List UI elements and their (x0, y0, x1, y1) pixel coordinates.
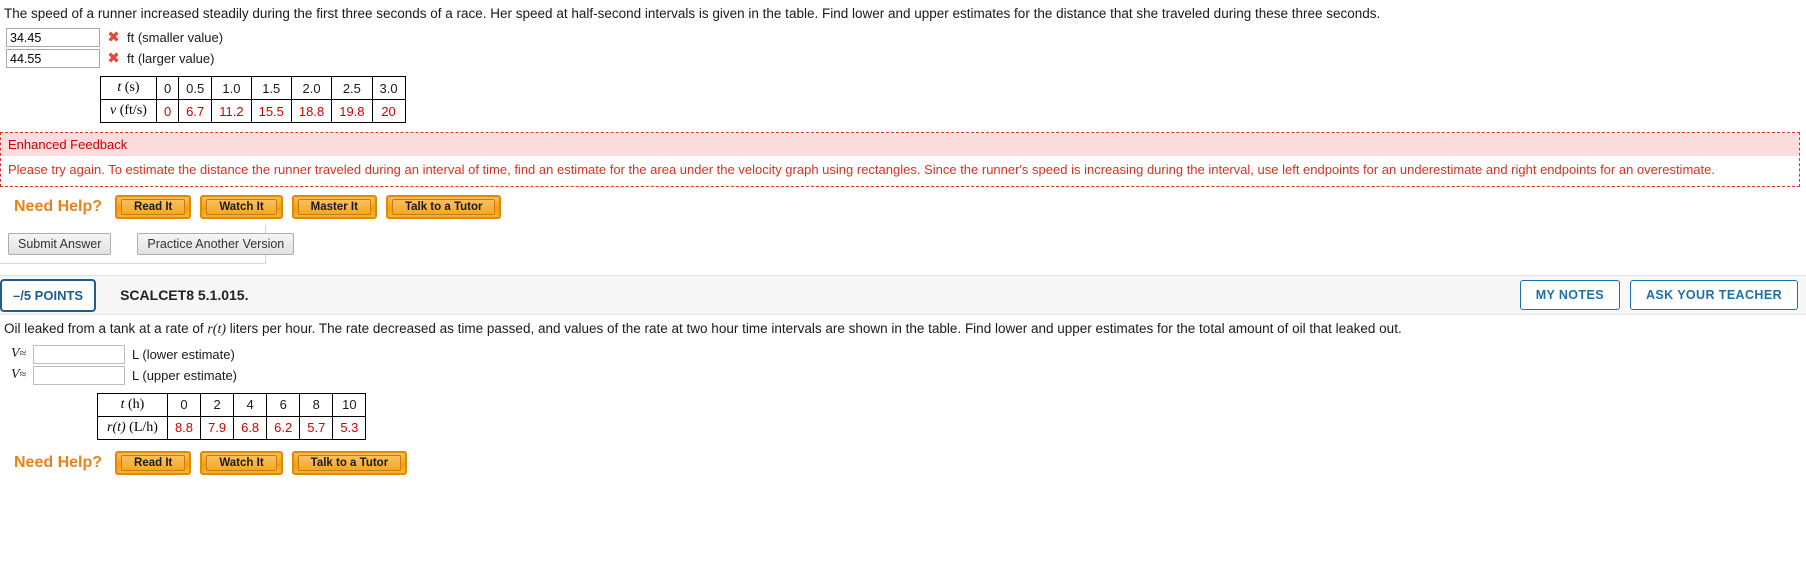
rate-cell: 6.2 (266, 415, 301, 440)
approx-icon: ≈ (19, 346, 27, 361)
hours-cell: 8 (299, 392, 334, 417)
velocity-cell: 15.5 (250, 99, 292, 124)
master-it-label: Master It (297, 199, 371, 216)
question-code: SCALCET8 5.1.015. (120, 287, 249, 304)
table-header-rate: r(t) (L/h) (97, 415, 168, 440)
hours-cell: 6 (266, 392, 301, 417)
read-it-label: Read It (121, 454, 186, 471)
rate-cell: 7.9 (200, 415, 235, 440)
answer-unit-lower: L (lower estimate) (132, 346, 235, 362)
answer-unit-smaller: ft (smaller value) (127, 30, 224, 46)
watch-it-button[interactable]: Watch It (200, 450, 283, 475)
table-header-time: t (s) (100, 76, 157, 101)
question-2-block: –/5 POINTS SCALCET8 5.1.015. MY NOTES AS… (0, 275, 1806, 481)
answer-unit-larger: ft (larger value) (127, 51, 215, 67)
prompt-text-part1: Oil leaked from a tank at a rate of (4, 321, 208, 337)
read-it-button[interactable]: Read It (115, 450, 192, 475)
speed-data-table: t (s) 0 0.5 1.0 1.5 2.0 2.5 3.0 v (ft/s)… (100, 76, 406, 124)
need-help-label: Need Help? (14, 453, 103, 471)
enhanced-feedback-body: Please try again. To estimate the distan… (1, 156, 1799, 187)
need-help-row-2: Need Help? Read It Watch It Talk to a Tu… (0, 443, 1806, 481)
velocity-cell: 0 (155, 99, 180, 124)
watch-it-label: Watch It (206, 199, 277, 216)
time-cell: 1.5 (250, 76, 292, 101)
table-row-velocity: v (ft/s) 0 6.7 11.2 15.5 18.8 19.8 20 (100, 99, 406, 124)
hours-unit: (h) (124, 396, 145, 412)
need-help-label: Need Help? (14, 198, 103, 216)
question-2-table-wrap: t (h) 0 2 4 6 8 10 r(t) (L/h) 8.8 7.9 6.… (0, 386, 1806, 443)
question-1-block: The speed of a runner increased steadily… (0, 0, 1806, 265)
time-cell: 1.0 (211, 76, 252, 101)
rate-var: r(t) (107, 419, 126, 435)
lower-estimate-input[interactable] (33, 344, 125, 364)
read-it-button[interactable]: Read It (115, 195, 192, 220)
answer-row-upper: V≈ L (upper estimate) (0, 365, 1806, 386)
time-cell: 0.5 (178, 76, 213, 101)
prompt-text-part2: liters per hour. The rate decreased as t… (226, 321, 1402, 337)
hours-cell: 4 (233, 392, 268, 417)
upper-estimate-input[interactable] (33, 365, 125, 385)
need-help-row-1: Need Help? Read It Watch It Master It Ta… (0, 187, 1806, 225)
rate-cell: 6.8 (233, 415, 268, 440)
enhanced-feedback-panel: Enhanced Feedback Please try again. To e… (0, 132, 1800, 188)
rate-cell: 5.7 (299, 415, 334, 440)
watch-it-button[interactable]: Watch It (200, 195, 283, 220)
wrong-mark-icon: ✖ (107, 28, 120, 47)
velocity-cell: 20 (371, 99, 406, 124)
practice-another-version-button[interactable]: Practice Another Version (137, 233, 295, 256)
answer-row-lower: V≈ L (lower estimate) (0, 344, 1806, 365)
answer-unit-upper: L (upper estimate) (132, 367, 238, 383)
velocity-cell: 19.8 (331, 99, 373, 124)
rate-cell: 5.3 (332, 415, 367, 440)
answer-row-smaller: ✖ ft (smaller value) (0, 27, 1806, 48)
time-unit: (s) (121, 80, 140, 96)
time-cell: 0 (155, 76, 180, 101)
velocity-cell: 6.7 (178, 99, 213, 124)
hours-cell: 10 (332, 392, 367, 417)
approx-icon: ≈ (19, 367, 27, 382)
velocity-cell: 11.2 (211, 99, 252, 124)
question-1-table-wrap: t (s) 0 0.5 1.0 1.5 2.0 2.5 3.0 v (ft/s)… (0, 69, 1806, 126)
volume-label-upper: V≈ (6, 367, 26, 383)
v-var: V (11, 346, 20, 362)
answer-input-larger[interactable] (6, 49, 100, 69)
question-2-header: –/5 POINTS SCALCET8 5.1.015. MY NOTES AS… (0, 275, 1806, 316)
answer-row-larger: ✖ ft (larger value) (0, 48, 1806, 69)
master-it-button[interactable]: Master It (291, 195, 377, 220)
enhanced-feedback-title: Enhanced Feedback (1, 133, 1799, 157)
watch-it-label: Watch It (206, 454, 277, 471)
rate-cell: 8.8 (166, 415, 202, 440)
answer-input-smaller[interactable] (6, 28, 100, 48)
talk-to-a-tutor-button[interactable]: Talk to a Tutor (385, 195, 502, 220)
talk-to-a-tutor-label: Talk to a Tutor (391, 199, 496, 216)
table-row-hours: t (h) 0 2 4 6 8 10 (97, 392, 367, 417)
table-row-time: t (s) 0 0.5 1.0 1.5 2.0 2.5 3.0 (100, 76, 406, 101)
volume-label-lower: V≈ (6, 346, 26, 362)
velocity-unit: (ft/s) (116, 103, 147, 119)
velocity-cell: 18.8 (290, 99, 333, 124)
v-var: V (11, 367, 20, 383)
question-1-prompt: The speed of a runner increased steadily… (4, 6, 1381, 21)
ask-your-teacher-button[interactable]: ASK YOUR TEACHER (1629, 280, 1798, 311)
table-row-rate: r(t) (L/h) 8.8 7.9 6.8 6.2 5.7 5.3 (97, 415, 367, 440)
oil-rate-data-table: t (h) 0 2 4 6 8 10 r(t) (L/h) 8.8 7.9 6.… (97, 392, 367, 440)
hours-cell: 2 (200, 392, 235, 417)
read-it-label: Read It (121, 199, 186, 216)
rate-function-var: r(t) (207, 322, 227, 338)
talk-to-a-tutor-label: Talk to a Tutor (297, 454, 402, 471)
question-2-prompt: Oil leaked from a tank at a rate of r(t)… (0, 315, 1806, 344)
my-notes-button[interactable]: MY NOTES (1519, 280, 1620, 311)
time-cell: 3.0 (371, 76, 406, 101)
wrong-mark-icon: ✖ (107, 49, 120, 68)
submit-answer-button[interactable]: Submit Answer (8, 233, 112, 256)
rate-unit: (L/h) (125, 419, 158, 435)
time-cell: 2.0 (290, 76, 333, 101)
hours-cell: 0 (166, 392, 202, 417)
table-header-velocity: v (ft/s) (100, 99, 157, 124)
submit-bar: Submit Answer Practice Another Version (0, 225, 295, 265)
table-header-hours: t (h) (97, 392, 168, 417)
talk-to-a-tutor-button[interactable]: Talk to a Tutor (291, 450, 408, 475)
points-badge: –/5 POINTS (0, 278, 97, 312)
time-cell: 2.5 (331, 76, 373, 101)
